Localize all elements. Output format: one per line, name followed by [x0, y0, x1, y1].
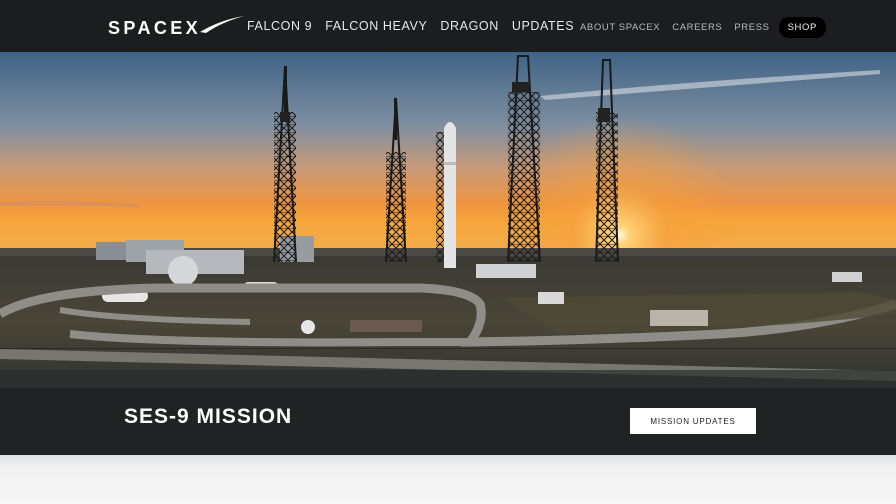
spacex-logo[interactable]: SPACEX: [108, 16, 248, 38]
hero-image-launch-pad: [0, 52, 896, 388]
nav-press[interactable]: PRESS: [734, 22, 769, 33]
primary-nav: FALCON 9 FALCON HEAVY DRAGON UPDATES: [247, 19, 574, 33]
page: SPACEX FALCON 9 FALCON HEAVY DRAGON UPDA…: [0, 0, 896, 455]
nav-falcon-heavy[interactable]: FALCON HEAVY: [325, 19, 427, 33]
nav-dragon[interactable]: DRAGON: [440, 19, 498, 33]
shop-button[interactable]: SHOP: [778, 17, 826, 38]
nav-about-spacex[interactable]: ABOUT SPACEX: [580, 22, 660, 33]
logo-swoosh-icon: [200, 16, 244, 33]
nav-falcon-9[interactable]: FALCON 9: [247, 19, 312, 33]
mission-updates-button[interactable]: MISSION UPDATES: [630, 408, 756, 434]
mission-title: SES-9 MISSION: [124, 405, 293, 428]
secondary-nav: ABOUT SPACEX CAREERS PRESS SHOP: [580, 17, 826, 38]
nav-careers[interactable]: CAREERS: [672, 22, 722, 33]
nav-updates[interactable]: UPDATES: [512, 19, 574, 33]
page-bottom-area: [0, 455, 896, 504]
site-header: SPACEX FALCON 9 FALCON HEAVY DRAGON UPDA…: [0, 0, 896, 52]
